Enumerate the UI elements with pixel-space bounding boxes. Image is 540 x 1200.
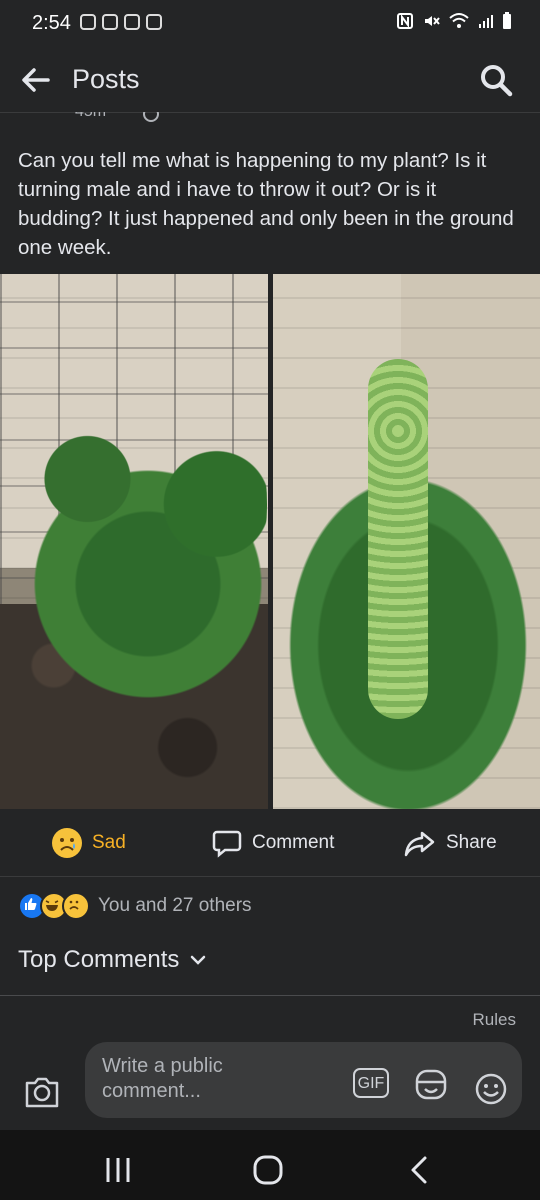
divider [0, 995, 540, 996]
sticker-icon[interactable] [413, 1066, 449, 1102]
comment-button[interactable]: Comment [212, 828, 334, 858]
reactions-summary[interactable]: You and 27 others [18, 890, 252, 922]
rules-link[interactable]: Rules [473, 1010, 516, 1030]
instagram-icon [80, 14, 96, 30]
reactions-count-text: You and 27 others [98, 895, 252, 916]
instagram-icon [102, 14, 118, 30]
reaction-badges [18, 892, 90, 920]
plant-photo-left[interactable] [0, 274, 268, 809]
comment-sort-dropdown[interactable]: Top Comments [18, 946, 207, 974]
post-photos[interactable] [0, 274, 540, 809]
search-icon[interactable] [478, 62, 514, 98]
flower-cluster [367, 359, 428, 719]
android-nav-bar [0, 1130, 540, 1200]
nfc-icon [397, 13, 413, 29]
comment-composer[interactable]: Write a public comment... GIF [85, 1042, 522, 1118]
share-button[interactable]: Share [404, 828, 497, 858]
app-header: Posts [0, 50, 540, 113]
chevron-down-icon [191, 955, 206, 965]
comment-sort-label: Top Comments [18, 946, 180, 973]
plant-foliage [40, 384, 135, 574]
chevron-left-icon[interactable] [400, 1150, 440, 1190]
home-icon[interactable] [248, 1150, 288, 1190]
page-title: Posts [72, 64, 140, 94]
status-system-icons [396, 12, 512, 30]
battery-icon [503, 12, 511, 29]
share-label: Share [446, 832, 497, 853]
post-text: Can you tell me what is happening to my … [18, 149, 514, 259]
comment-label: Comment [252, 832, 335, 853]
post-timestamp: 45m [75, 112, 106, 121]
camera-icon[interactable] [22, 1072, 62, 1112]
status-notification-icons [80, 14, 162, 30]
share-icon [404, 831, 435, 857]
arrow-left-icon[interactable] [18, 62, 54, 98]
status-time: 2:54 [32, 12, 71, 34]
react-label: Sad [92, 832, 126, 853]
emoji-icon[interactable] [473, 1071, 509, 1107]
mute-icon [425, 16, 440, 26]
plant-foliage [155, 389, 267, 619]
post-meta-cut: 45m [0, 112, 540, 126]
sad-icon [62, 892, 90, 920]
post-actions: Sad Comment Share [0, 812, 540, 877]
comment-input[interactable]: Write a public comment... [102, 1054, 322, 1104]
gif-button[interactable]: GIF [353, 1068, 389, 1098]
calendar-icon [146, 14, 162, 30]
signal-icon [479, 15, 493, 28]
wifi-icon [449, 13, 469, 28]
gallery-icon [124, 14, 140, 30]
status-bar: 2:54 [0, 0, 540, 50]
sad-emoji-icon [52, 828, 82, 858]
comment-icon [212, 830, 242, 858]
react-button[interactable]: Sad [52, 828, 126, 858]
plant-photo-right[interactable] [272, 274, 540, 809]
recent-apps-icon[interactable] [98, 1150, 138, 1190]
globe-icon [143, 112, 159, 122]
